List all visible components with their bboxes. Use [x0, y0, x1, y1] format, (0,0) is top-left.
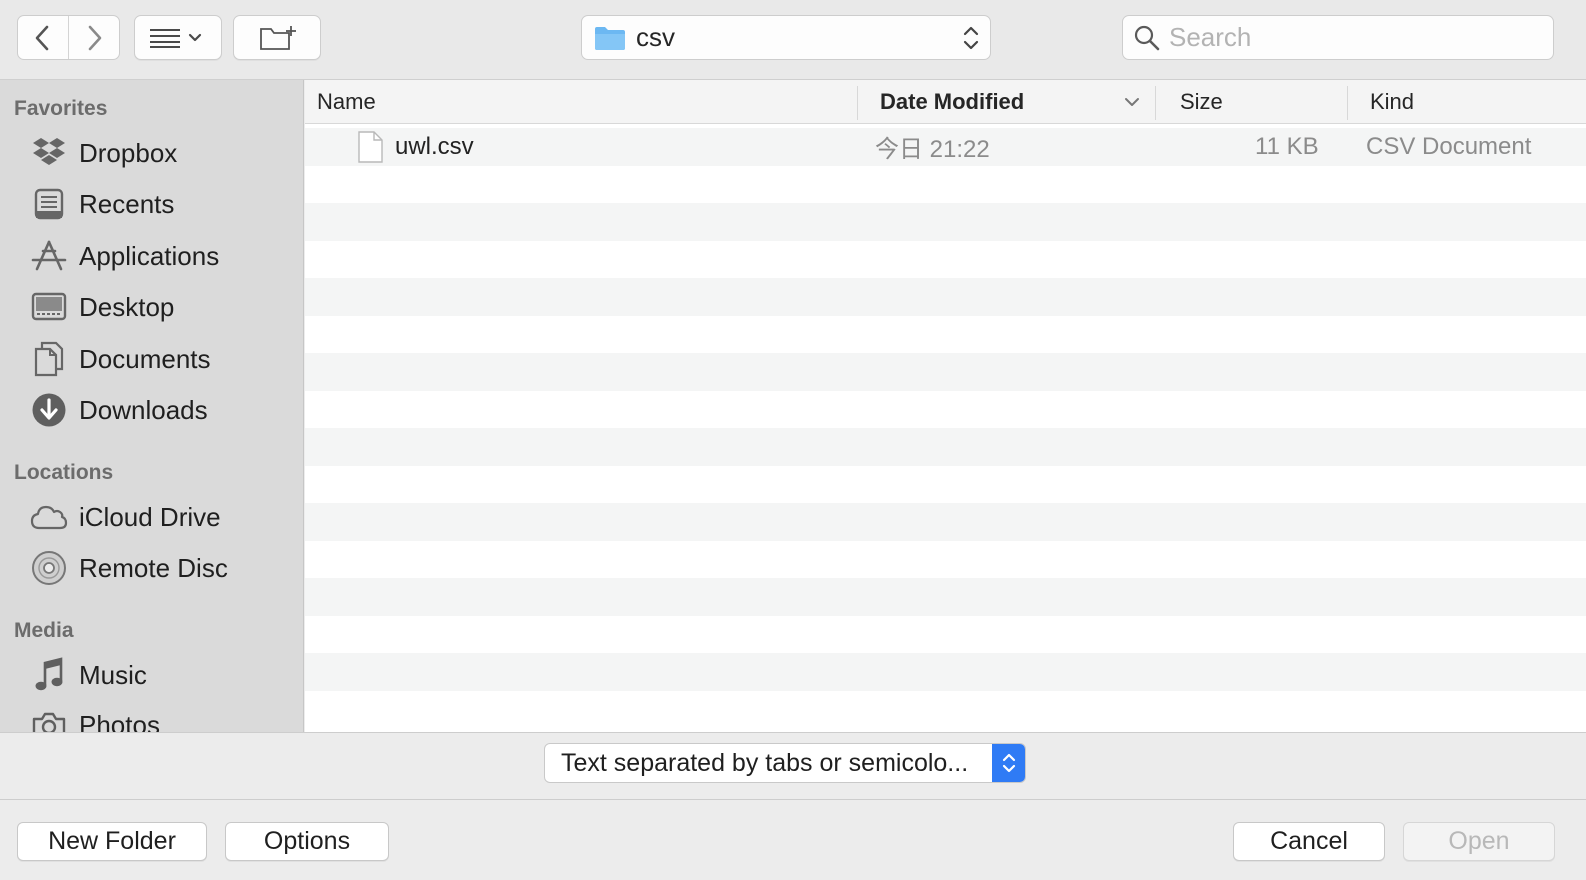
camera-icon [29, 705, 69, 732]
empty-row [305, 653, 1586, 691]
chevron-updown-icon [963, 26, 979, 50]
file-list: Name Date Modified Size Kind uwl.csv 今日 … [305, 80, 1586, 732]
sidebar-item-label: iCloud Drive [79, 501, 221, 532]
new-folder-button[interactable]: New Folder [17, 822, 207, 861]
file-format-popup[interactable]: Text separated by tabs or semicolo... [544, 743, 1026, 783]
sidebar-item-photos[interactable]: Photos [0, 702, 303, 733]
empty-row [305, 541, 1586, 579]
empty-row [305, 616, 1586, 654]
sort-chevron-down-icon [1125, 98, 1139, 106]
list-view-icon [150, 28, 202, 48]
empty-row [305, 466, 1586, 504]
empty-row [305, 691, 1586, 729]
popup-stepper[interactable] [992, 744, 1025, 782]
open-button[interactable]: Open [1403, 822, 1555, 861]
column-name[interactable]: Name [317, 80, 376, 124]
sidebar-item-label: Remote Disc [79, 552, 228, 583]
sidebar-item-label: Downloads [79, 394, 208, 425]
empty-row [305, 503, 1586, 541]
column-header: Name Date Modified Size Kind [305, 80, 1586, 124]
section-title-media: Media [14, 619, 74, 642]
sidebar-item-music[interactable]: Music [0, 652, 303, 698]
sidebar-item-recents[interactable]: Recents [0, 181, 303, 227]
column-divider[interactable] [1347, 86, 1348, 120]
chevron-right-icon [88, 25, 102, 50]
empty-row [305, 578, 1586, 616]
options-button[interactable]: Options [225, 822, 389, 861]
search-field[interactable] [1122, 15, 1554, 60]
chevron-updown-icon [1002, 753, 1015, 773]
recents-icon [29, 184, 69, 224]
sidebar-item-label: Dropbox [79, 137, 178, 168]
disc-icon [29, 548, 69, 588]
sidebar-item-label: Documents [79, 343, 211, 374]
column-kind[interactable]: Kind [1370, 80, 1414, 124]
documents-icon [29, 339, 69, 379]
file-format-label: Text separated by tabs or semicolo... [561, 748, 969, 777]
empty-row [305, 278, 1586, 316]
sidebar: Favorites Dropbox Recents Applications D… [0, 80, 304, 732]
forward-button[interactable] [68, 16, 119, 59]
file-icon [357, 128, 383, 166]
table-row[interactable]: uwl.csv 今日 21:22 11 KB CSV Document [305, 128, 1586, 166]
sidebar-item-label: Applications [79, 240, 220, 271]
sidebar-item-desktop[interactable]: Desktop [0, 284, 303, 330]
applications-icon [29, 236, 69, 276]
new-folder-icon [260, 25, 296, 50]
empty-row [305, 166, 1586, 204]
file-rows: uwl.csv 今日 21:22 11 KB CSV Document [305, 128, 1586, 728]
navigation-buttons [17, 15, 120, 60]
toolbar: csv [0, 0, 1586, 80]
empty-row [305, 241, 1586, 279]
dropbox-icon [29, 133, 69, 173]
empty-row [305, 316, 1586, 354]
column-date-modified[interactable]: Date Modified [880, 80, 1024, 124]
sidebar-item-documents[interactable]: Documents [0, 336, 303, 382]
sidebar-item-dropbox[interactable]: Dropbox [0, 130, 303, 176]
file-kind: CSV Document [1366, 132, 1532, 160]
sidebar-item-label: Music [79, 659, 147, 690]
sidebar-item-label: Photos [79, 709, 160, 733]
column-size[interactable]: Size [1180, 80, 1223, 124]
music-note-icon [29, 655, 69, 695]
back-button[interactable] [18, 16, 68, 59]
bottom-bar: New Folder Options Cancel Open [0, 801, 1586, 880]
sidebar-item-label: Recents [79, 188, 175, 219]
sidebar-item-label: Desktop [79, 291, 175, 322]
location-popup[interactable]: csv [581, 15, 991, 60]
cloud-icon [29, 497, 69, 537]
chevron-left-icon [35, 25, 49, 50]
search-input[interactable] [1169, 22, 1529, 53]
desktop-icon [29, 287, 69, 327]
folder-icon [595, 26, 625, 50]
file-size: 11 KB [1255, 132, 1319, 160]
column-divider[interactable] [1155, 86, 1156, 120]
sidebar-item-icloud-drive[interactable]: iCloud Drive [0, 494, 303, 540]
cancel-button[interactable]: Cancel [1233, 822, 1385, 861]
sidebar-item-downloads[interactable]: Downloads [0, 387, 303, 433]
format-bar: Text separated by tabs or semicolo... [0, 732, 1586, 800]
sidebar-item-remote-disc[interactable]: Remote Disc [0, 545, 303, 591]
search-icon [1134, 25, 1160, 50]
file-name: uwl.csv [395, 132, 474, 160]
column-divider[interactable] [857, 86, 858, 120]
section-title-favorites: Favorites [14, 97, 108, 120]
sidebar-item-applications[interactable]: Applications [0, 233, 303, 279]
empty-row [305, 203, 1586, 241]
empty-row [305, 353, 1586, 391]
location-label: csv [636, 22, 675, 52]
downloads-icon [29, 390, 69, 430]
empty-row [305, 428, 1586, 466]
new-folder-toolbar-button[interactable] [233, 15, 321, 60]
file-date: 今日 21:22 [875, 136, 990, 164]
empty-row [305, 391, 1586, 429]
section-title-locations: Locations [14, 461, 114, 484]
view-options-button[interactable] [134, 15, 222, 60]
